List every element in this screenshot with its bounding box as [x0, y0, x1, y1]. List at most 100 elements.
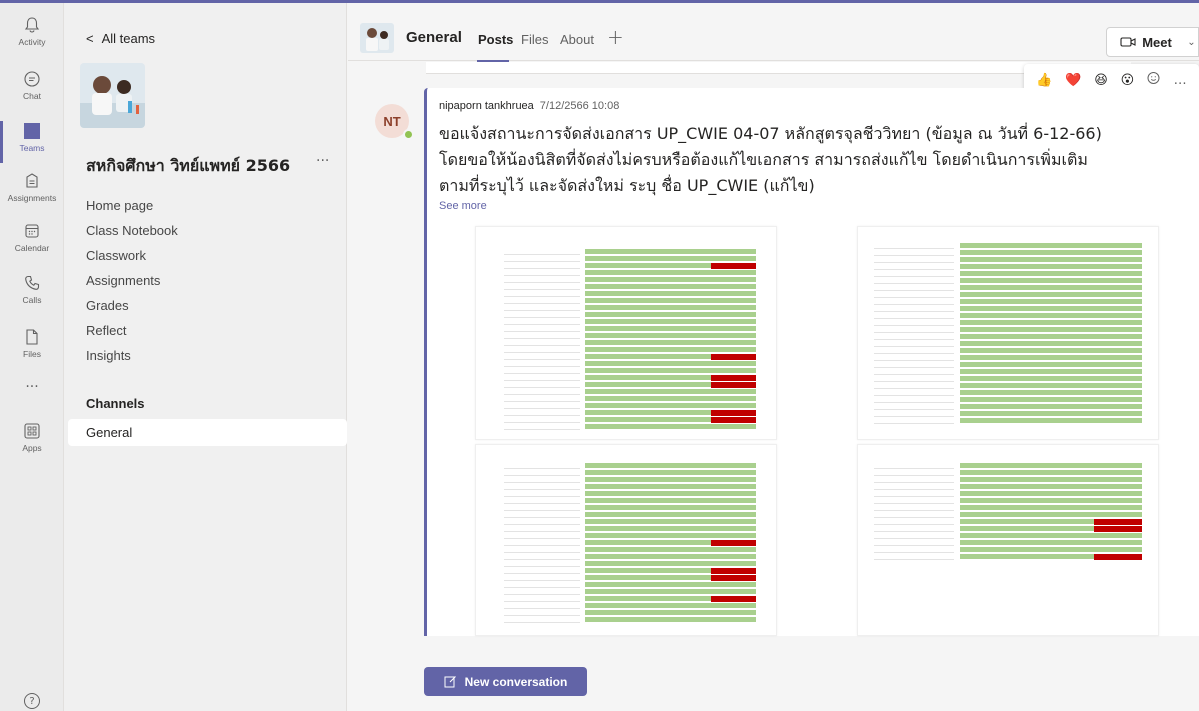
nav-insights[interactable]: Insights: [86, 348, 131, 363]
sheet-row-cells: [584, 333, 756, 339]
post-body-line: ตามที่ระบุไว้ และจัดส่งใหม่ ระบุ ชื่อ UP…: [439, 176, 815, 195]
sheet-row-label: [504, 568, 580, 574]
rail-apps[interactable]: Apps: [0, 421, 64, 469]
sheet-row-label: [504, 547, 580, 553]
rail-chat-label: Chat: [23, 91, 41, 101]
sheet-row-cells: [584, 498, 756, 504]
sheet-row-cells: [959, 369, 1142, 375]
sheet-row-label: [874, 505, 955, 511]
emoji-picker-icon[interactable]: [1147, 71, 1161, 89]
tab-posts[interactable]: Posts: [478, 32, 513, 47]
nav-assignments[interactable]: Assignments: [86, 273, 160, 288]
laugh-reaction-icon[interactable]: 😆: [1094, 73, 1108, 88]
tab-about[interactable]: About: [560, 32, 594, 47]
new-conversation-label: New conversation: [464, 674, 568, 689]
surprised-reaction-icon[interactable]: 😮: [1121, 73, 1135, 88]
sheet-row-label: [874, 397, 955, 403]
rail-assignments[interactable]: Assignments: [0, 171, 64, 219]
sheet-row-cells: [584, 256, 756, 262]
sheet-row-cells: [959, 271, 1142, 277]
see-more-link[interactable]: See more: [439, 200, 487, 212]
sheet-row-cells: [584, 526, 756, 532]
sheet-row-label: [504, 396, 580, 402]
sheet-row-cells: [584, 484, 756, 490]
meet-button[interactable]: Meet: [1106, 27, 1186, 57]
sheet-row-label: [874, 362, 955, 368]
sheet-row-cells: [959, 404, 1142, 410]
meet-options-chevron-icon[interactable]: ⌄: [1185, 27, 1199, 57]
sheet-row-label: [504, 610, 580, 616]
sheet-row-label: [504, 256, 580, 262]
sheet-row-label: [504, 368, 580, 374]
sheet-row-cells: [959, 498, 1142, 504]
attachment-image-3[interactable]: [475, 444, 777, 636]
sheet-row-cells: [959, 390, 1142, 396]
sheet-row-label: [874, 484, 955, 490]
new-conversation-button[interactable]: New conversation: [424, 667, 587, 696]
sheet-row-cells: [584, 326, 756, 332]
sheet-row-label: [504, 319, 580, 325]
nav-home-page[interactable]: Home page: [86, 198, 153, 213]
nav-grades[interactable]: Grades: [86, 298, 129, 313]
sheet-row-cells: [959, 491, 1142, 497]
rail-assignments-label: Assignments: [7, 193, 57, 203]
sheet-row-cells: [959, 348, 1142, 354]
rail-files-label: Files: [23, 349, 41, 359]
sheet-row-cells: [584, 463, 756, 469]
rail-calls[interactable]: Calls: [0, 273, 64, 321]
heart-reaction-icon[interactable]: ❤️: [1065, 73, 1081, 88]
sheet-row-cells: [959, 383, 1142, 389]
sheet-row-label: [504, 519, 580, 525]
sheet-row-cells: [584, 277, 756, 283]
team-more-options-icon[interactable]: ···: [316, 153, 329, 169]
sheet-row-label: [504, 326, 580, 332]
sheet-row-label: [504, 484, 580, 490]
sheet-row-cells: [959, 376, 1142, 382]
rail-files[interactable]: Files: [0, 327, 64, 375]
post-author[interactable]: nipaporn tankhruea: [439, 100, 534, 112]
chevron-left-icon: <: [86, 31, 94, 46]
sheet-row-cells: [584, 319, 756, 325]
sheet-row-label: [874, 313, 955, 319]
channel-item-general[interactable]: General: [68, 419, 347, 446]
bell-icon: [22, 15, 42, 35]
sheet-row-label: [874, 390, 955, 396]
sheet-row-flag: [710, 575, 756, 581]
rail-calendar[interactable]: Calendar: [0, 221, 64, 269]
rail-chat[interactable]: Chat: [0, 69, 64, 117]
channel-item-label: General: [86, 425, 133, 440]
rail-teams[interactable]: Teams: [0, 121, 64, 169]
rail-more[interactable]: ···: [0, 379, 64, 399]
sheet-row-label: [874, 299, 955, 305]
sheet-row-cells: [959, 313, 1142, 319]
sheet-row-flag: [710, 540, 756, 546]
assignments-icon: [22, 171, 42, 191]
add-tab-icon[interactable]: +: [607, 25, 624, 49]
sheet-row-cells: [959, 334, 1142, 340]
presence-available-icon: [403, 129, 414, 140]
team-name: สหกิจศึกษา วิทย์แพทย์ 2566: [86, 156, 291, 175]
sheet-row-label: [874, 341, 955, 347]
nav-class-notebook[interactable]: Class Notebook: [86, 223, 178, 238]
attachment-image-2[interactable]: [857, 226, 1159, 440]
sheet-row-label: [874, 327, 955, 333]
rail-teams-label: Teams: [19, 143, 45, 153]
sheet-row-label: [504, 540, 580, 546]
rail-help[interactable]: ?: [0, 693, 64, 711]
sheet-row-label: [874, 292, 955, 298]
nav-reflect[interactable]: Reflect: [86, 323, 126, 338]
all-teams-link[interactable]: < All teams: [86, 31, 155, 46]
attachment-image-4[interactable]: [857, 444, 1159, 636]
sheet-row-cells: [959, 243, 1142, 249]
rail-activity[interactable]: Activity: [0, 15, 64, 63]
sheet-row-label: [874, 498, 955, 504]
nav-classwork[interactable]: Classwork: [86, 248, 146, 263]
sheet-row-cells: [584, 470, 756, 476]
sheet-row-label: [874, 404, 955, 410]
like-reaction-icon[interactable]: 👍: [1036, 73, 1052, 88]
tab-files[interactable]: Files: [521, 32, 548, 47]
more-options-icon[interactable]: …: [1174, 73, 1187, 88]
sheet-row-cells: [959, 411, 1142, 417]
attachment-image-1[interactable]: [475, 226, 777, 440]
meet-label: Meet: [1142, 34, 1172, 50]
